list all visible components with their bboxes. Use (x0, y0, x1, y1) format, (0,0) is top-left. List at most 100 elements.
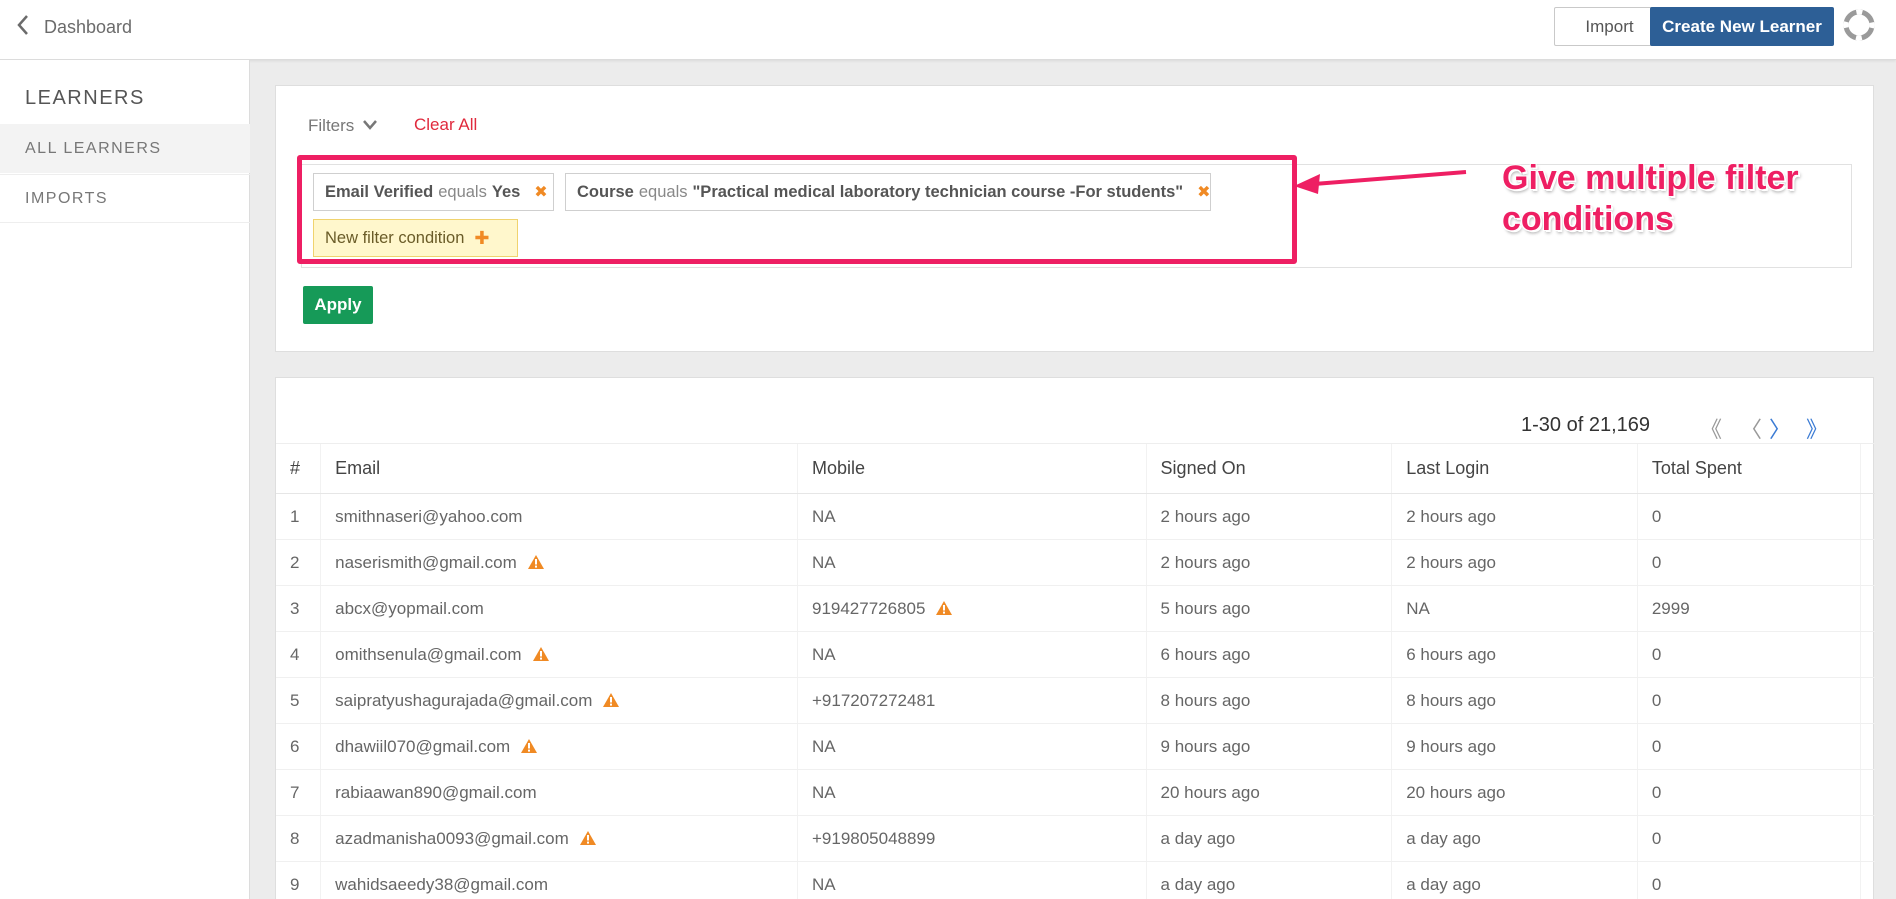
email-text[interactable]: dhawiil070@gmail.com (335, 737, 510, 756)
last-login-cell: 9 hours ago (1391, 723, 1638, 770)
total-spent-cell: 0 (1636, 861, 1861, 899)
pagination-summary: 1-30 of 21,169 (1521, 414, 1650, 436)
email-text[interactable]: saipratyushagurajada@gmail.com (335, 691, 592, 710)
first-page-icon[interactable]: 《 (1700, 412, 1722, 444)
email-cell: smithnaseri@yahoo.com (320, 493, 798, 540)
email-text[interactable]: smithnaseri@yahoo.com (335, 507, 522, 526)
annotation-line-2: conditions (1502, 200, 1674, 238)
table-row[interactable]: 4 omithsenula@gmail.com NA 6 hours ago 6 hou… (276, 631, 1875, 678)
extra-cell (1860, 677, 1875, 724)
clear-all-link[interactable]: Clear All (414, 115, 477, 135)
table-row[interactable]: 7 rabiaawan890@gmail.com NA 20 hours ago 20 … (276, 769, 1875, 816)
email-text[interactable]: naserismith@gmail.com (335, 553, 517, 572)
row-number: 1 (276, 493, 321, 540)
mobile-text: NA (811, 552, 836, 572)
table-row[interactable]: 8 azadmanisha0093@gmail.com +919805048899 a… (276, 815, 1875, 862)
table-row[interactable]: 5 saipratyushagurajada@gmail.com +91720727… (276, 677, 1875, 724)
email-text[interactable]: omithsenula@gmail.com (335, 645, 521, 664)
learners-table: # Email Mobile Signed On Last Login Tota… (276, 443, 1875, 899)
last-login-cell: 8 hours ago (1391, 677, 1638, 724)
last-login-cell: 2 hours ago (1391, 493, 1638, 540)
import-button[interactable]: Import (1554, 7, 1665, 46)
table-row[interactable]: 3 abcx@yopmail.com 919427726805 5 hours ago… (276, 585, 1875, 632)
back-to-dashboard-link[interactable]: Dashboard (16, 14, 132, 41)
mobile-text: NA (811, 782, 836, 802)
mobile-cell: NA (796, 631, 1147, 678)
annotation-arrow-icon (1294, 170, 1467, 194)
next-page-icon[interactable]: 〉 (1769, 412, 1791, 444)
mobile-cell: +919805048899 (796, 815, 1147, 862)
warning-icon[interactable] (520, 738, 538, 754)
signed-on-cell: 2 hours ago (1145, 539, 1392, 586)
mobile-text: NA (811, 506, 836, 526)
table-row[interactable]: 2 naserismith@gmail.com NA 2 hours ago 2 hou… (276, 539, 1875, 586)
total-spent-cell: 0 (1636, 677, 1861, 724)
total-spent-cell: 0 (1636, 815, 1861, 862)
email-cell: saipratyushagurajada@gmail.com (320, 677, 798, 724)
column-header-total-spent[interactable]: Total Spent (1636, 443, 1861, 494)
annotation-highlight-box (297, 155, 1297, 264)
last-login-cell: NA (1391, 585, 1638, 632)
warning-icon[interactable] (602, 692, 620, 708)
email-text[interactable]: abcx@yopmail.com (335, 599, 484, 618)
mobile-cell: 919427726805 (796, 585, 1147, 632)
email-cell: rabiaawan890@gmail.com (320, 769, 798, 816)
apply-button[interactable]: Apply (303, 286, 373, 324)
mobile-cell: NA (796, 769, 1147, 816)
column-header-mobile[interactable]: Mobile (796, 443, 1147, 494)
sidebar-title: LEARNERS (25, 87, 145, 109)
email-text[interactable]: rabiaawan890@gmail.com (335, 783, 537, 802)
row-number: 8 (276, 815, 321, 862)
column-header-last-login[interactable]: Last Login (1391, 443, 1638, 494)
row-number: 2 (276, 539, 321, 586)
last-login-cell: a day ago (1391, 815, 1638, 862)
table-row[interactable]: 9 wahidsaeedy38@gmail.com NA a day ago a day… (276, 861, 1875, 899)
warning-icon[interactable] (935, 600, 953, 616)
chevron-left-icon (16, 14, 30, 41)
mobile-text: NA (811, 736, 836, 756)
email-text[interactable]: wahidsaeedy38@gmail.com (335, 875, 548, 894)
sidebar-item-all-learners[interactable]: ALL LEARNERS (0, 124, 250, 173)
column-header-email[interactable]: Email (320, 443, 798, 494)
email-cell: azadmanisha0093@gmail.com (320, 815, 798, 862)
mobile-cell: NA (796, 723, 1147, 770)
total-spent-cell: 0 (1636, 631, 1861, 678)
previous-page-icon[interactable]: 〈 (1740, 412, 1762, 444)
signed-on-cell: 2 hours ago (1145, 493, 1392, 540)
extra-cell (1860, 861, 1875, 899)
row-number: 6 (276, 723, 321, 770)
table-row[interactable]: 6 dhawiil070@gmail.com NA 9 hours ago 9 hour… (276, 723, 1875, 770)
last-login-cell: 2 hours ago (1391, 539, 1638, 586)
warning-icon[interactable] (579, 830, 597, 846)
last-login-cell: a day ago (1391, 861, 1638, 899)
row-number: 4 (276, 631, 321, 678)
warning-icon[interactable] (527, 554, 545, 570)
annotation-line-1: Give multiple filter (1502, 159, 1799, 197)
last-page-icon[interactable]: 》 (1806, 412, 1828, 444)
signed-on-cell: 20 hours ago (1145, 769, 1392, 816)
row-number: 7 (276, 769, 321, 816)
signed-on-cell: 9 hours ago (1145, 723, 1392, 770)
lifebuoy-help-icon[interactable] (1843, 9, 1875, 41)
email-cell: dhawiil070@gmail.com (320, 723, 798, 770)
extra-cell (1860, 493, 1875, 540)
mobile-cell: NA (796, 493, 1147, 540)
table-row[interactable]: 1 smithnaseri@yahoo.com NA 2 hours ago 2 hou… (276, 493, 1875, 540)
filters-toggle[interactable]: Filters (308, 116, 378, 136)
column-header-number: # (276, 443, 321, 494)
signed-on-cell: 6 hours ago (1145, 631, 1392, 678)
extra-cell (1860, 815, 1875, 862)
email-text[interactable]: azadmanisha0093@gmail.com (335, 829, 569, 848)
total-spent-cell: 0 (1636, 493, 1861, 540)
sidebar: LEARNERS ALL LEARNERS IMPORTS (0, 60, 250, 899)
column-header-signed-on[interactable]: Signed On (1145, 443, 1392, 494)
extra-cell (1860, 723, 1875, 770)
email-cell: abcx@yopmail.com (320, 585, 798, 632)
warning-icon[interactable] (532, 646, 550, 662)
mobile-text: 919427726805 (811, 598, 926, 618)
signed-on-cell: 8 hours ago (1145, 677, 1392, 724)
filters-label: Filters (308, 116, 355, 135)
create-new-learner-button[interactable]: Create New Learner (1650, 7, 1834, 46)
total-spent-cell: 2999 (1636, 585, 1861, 632)
sidebar-item-imports[interactable]: IMPORTS (0, 174, 250, 223)
